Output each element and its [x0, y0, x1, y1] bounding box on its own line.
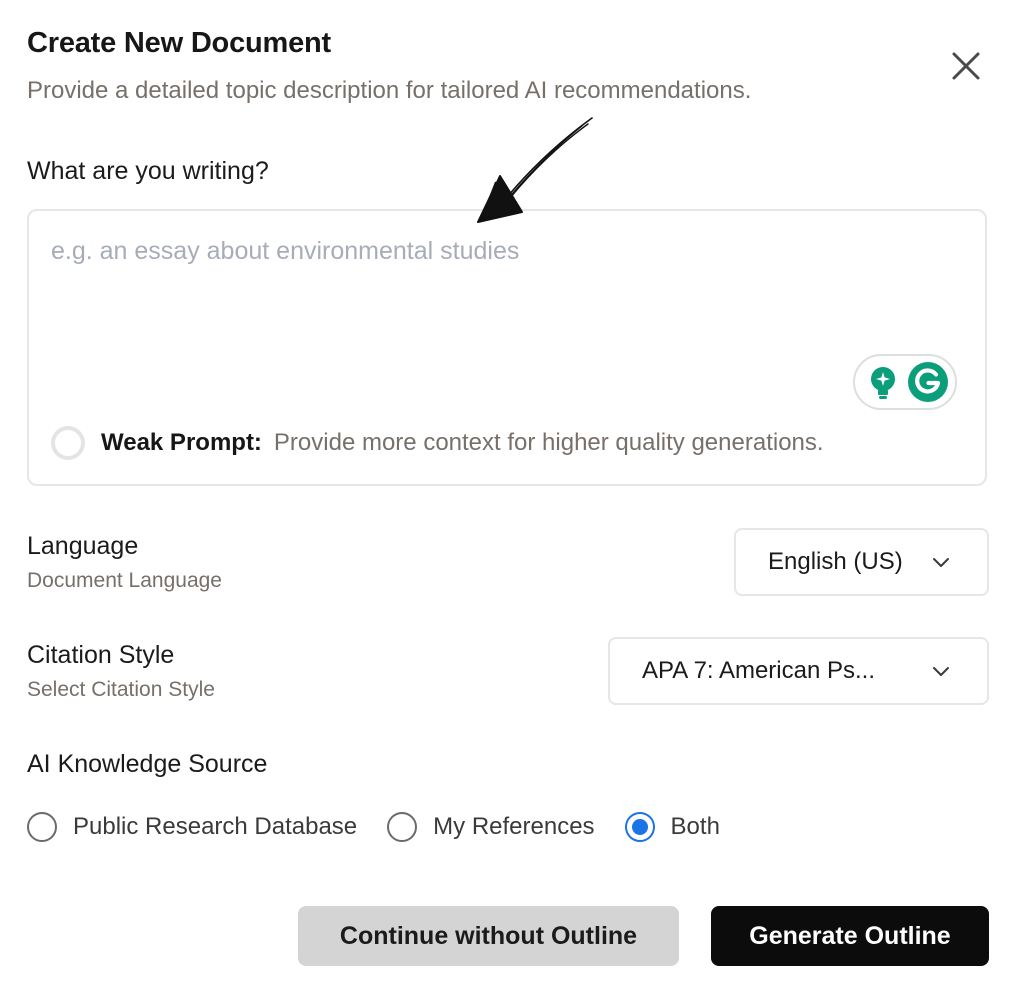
radio-button[interactable]	[27, 812, 57, 842]
generate-outline-button[interactable]: Generate Outline	[711, 906, 989, 966]
grammarly-g-icon[interactable]	[907, 361, 949, 408]
language-label: Language	[27, 532, 139, 560]
chevron-down-icon	[933, 667, 949, 676]
knowledge-source-radio-group: Public Research Database My References B…	[27, 808, 750, 846]
radio-public-research-database[interactable]: Public Research Database	[27, 812, 357, 842]
citation-sublabel: Select Citation Style	[27, 678, 215, 701]
radio-label: Both	[670, 813, 720, 840]
language-select-value: English (US)	[768, 548, 903, 575]
strength-label: Weak Prompt:	[101, 429, 262, 456]
grammarly-widget[interactable]	[853, 354, 957, 410]
language-select[interactable]: English (US)	[734, 528, 989, 596]
radio-my-references[interactable]: My References	[387, 812, 595, 842]
citation-label: Citation Style	[27, 641, 175, 669]
continue-without-outline-button[interactable]: Continue without Outline	[298, 906, 679, 966]
close-button[interactable]	[944, 44, 988, 88]
citation-select-value: APA 7: American Ps...	[642, 657, 875, 684]
radio-button[interactable]	[387, 812, 418, 842]
strength-ring-icon	[51, 426, 85, 460]
prompt-label: What are you writing?	[27, 157, 269, 185]
lightbulb-sparkle-icon[interactable]	[867, 366, 899, 405]
radio-label: Public Research Database	[73, 813, 358, 840]
knowledge-source-label: AI Knowledge Source	[27, 750, 268, 778]
citation-style-select[interactable]: APA 7: American Ps...	[608, 637, 989, 705]
dialog-subtitle: Provide a detailed topic description for…	[27, 77, 752, 104]
chevron-down-icon	[933, 558, 949, 567]
prompt-input[interactable]	[51, 237, 951, 347]
radio-button-checked[interactable]	[624, 812, 655, 842]
strength-message: Provide more context for higher quality …	[273, 429, 824, 456]
prompt-strength-indicator: Weak Prompt: Provide more context for hi…	[51, 423, 824, 463]
prompt-container: Weak Prompt: Provide more context for hi…	[27, 209, 987, 486]
dialog-title: Create New Document	[27, 27, 331, 59]
radio-both[interactable]: Both	[624, 812, 720, 842]
create-document-dialog: Create New Document Provide a detailed t…	[0, 0, 1024, 990]
language-sublabel: Document Language	[27, 569, 222, 592]
radio-label: My References	[433, 813, 595, 840]
close-icon	[952, 52, 980, 80]
